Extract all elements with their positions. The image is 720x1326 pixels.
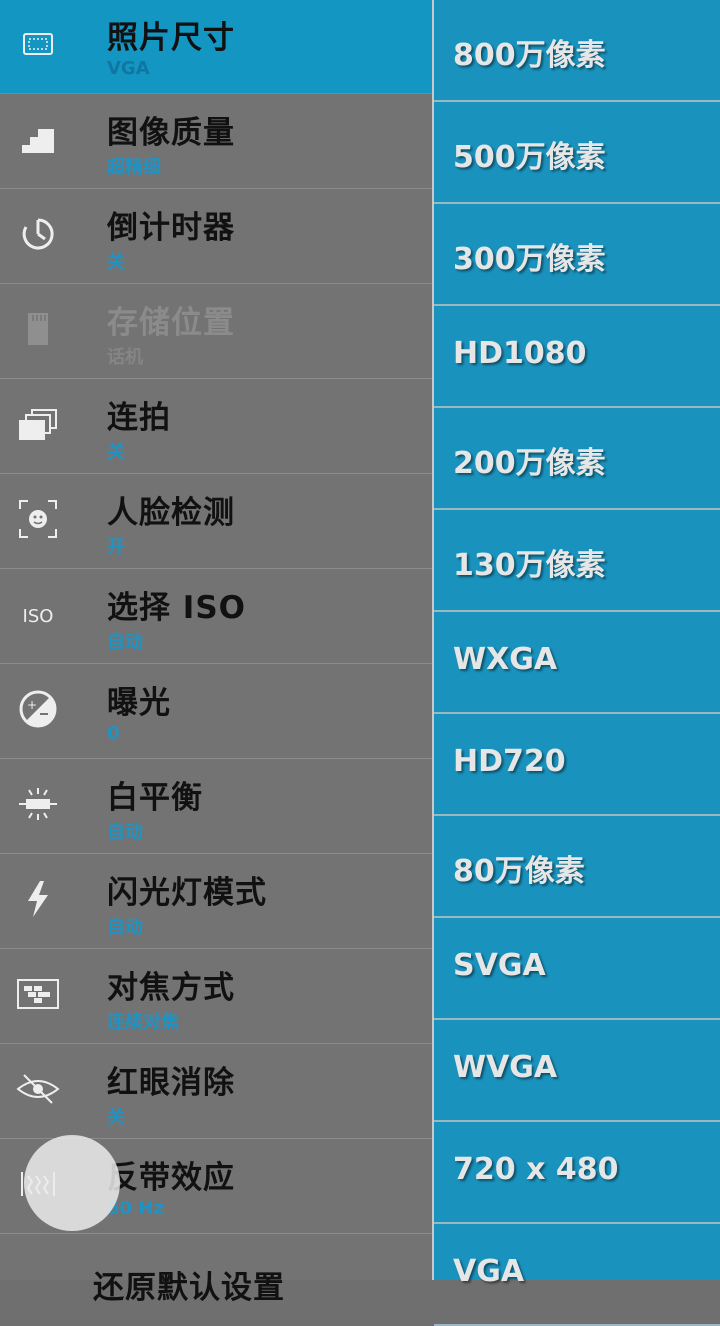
setting-title: 曝光: [107, 685, 171, 721]
setting-title: 对焦方式: [107, 970, 235, 1006]
size-option[interactable]: 300万像素: [434, 204, 720, 306]
size-option-label: HD720: [453, 744, 566, 779]
setting-value: 开: [107, 537, 125, 558]
setting-title: 反带效应: [107, 1160, 235, 1196]
size-option-label: WVGA: [453, 1050, 558, 1085]
svg-text:ISO: ISO: [23, 606, 54, 627]
setting-value: 自动: [107, 917, 143, 938]
setting-countdown-timer[interactable]: 倒计时器 关: [0, 190, 432, 284]
setting-focus-mode[interactable]: 对焦方式 连续对焦: [0, 950, 432, 1044]
size-option-label: HD1080: [453, 336, 587, 371]
white-balance-icon: [16, 782, 60, 826]
size-option-label: 130万像素: [453, 548, 606, 583]
size-option[interactable]: 500万像素: [434, 102, 720, 204]
countdown-timer-icon: [16, 212, 60, 256]
setting-flash-mode[interactable]: 闪光灯模式 自动: [0, 855, 432, 949]
setting-photo-size[interactable]: 照片尺寸 VGA: [0, 0, 432, 94]
setting-title: 图像质量: [107, 115, 235, 151]
size-option-label: 500万像素: [453, 140, 606, 175]
exposure-icon: +: [16, 687, 60, 731]
setting-white-balance[interactable]: 白平衡 自动: [0, 760, 432, 854]
setting-title: 白平衡: [107, 780, 203, 816]
setting-value: 关: [107, 1107, 125, 1128]
photo-size-icon: [16, 22, 60, 66]
flash-icon: [16, 877, 60, 921]
image-quality-icon: [16, 117, 60, 161]
setting-value: 自动: [107, 632, 143, 653]
setting-title: 闪光灯模式: [107, 875, 267, 911]
setting-value: VGA: [107, 58, 150, 79]
setting-red-eye-reduction[interactable]: 红眼消除 关: [0, 1045, 432, 1139]
setting-value: 关: [107, 252, 125, 273]
setting-burst[interactable]: 连拍 关: [0, 380, 432, 474]
size-option-label: 300万像素: [453, 242, 606, 277]
setting-title: 连拍: [107, 400, 171, 436]
burst-icon: [16, 402, 60, 446]
size-option[interactable]: 800万像素: [434, 0, 720, 102]
setting-value: 关: [107, 442, 125, 463]
setting-exposure[interactable]: + 曝光 0: [0, 665, 432, 759]
svg-text:+: +: [27, 698, 37, 712]
setting-value: 话机: [107, 347, 143, 368]
focus-mode-icon: [16, 972, 60, 1016]
iso-icon: ISO: [16, 592, 60, 636]
setting-value: 超精细: [107, 157, 161, 178]
face-detect-icon: [16, 497, 60, 541]
size-option-label: 80万像素: [453, 854, 585, 889]
sd-card-icon: [16, 307, 60, 351]
settings-list: 照片尺寸 VGA 图像质量 超精细 倒计时器 关 存储位置 话机 连拍 关 人脸: [0, 0, 432, 1306]
touch-indicator: [24, 1135, 120, 1231]
size-option-label: 800万像素: [453, 38, 606, 73]
size-option[interactable]: WXGA: [434, 612, 720, 714]
size-option[interactable]: HD720: [434, 714, 720, 816]
setting-title: 倒计时器: [107, 210, 235, 246]
size-option[interactable]: VGA: [434, 1224, 720, 1326]
setting-title: 人脸检测: [107, 495, 235, 531]
setting-title: 选择 ISO: [107, 590, 247, 626]
setting-face-detection[interactable]: 人脸检测 开: [0, 475, 432, 569]
size-option-label: VGA: [453, 1254, 525, 1289]
size-option[interactable]: 80万像素: [434, 816, 720, 918]
size-option[interactable]: 720 x 480: [434, 1122, 720, 1224]
size-option-label: 720 x 480: [453, 1152, 619, 1187]
setting-value: 连续对焦: [107, 1012, 179, 1033]
red-eye-icon: [16, 1067, 60, 1111]
photo-size-options: 800万像素 500万像素 300万像素 HD1080 200万像素 130万像…: [432, 0, 720, 1326]
size-option-label: SVGA: [453, 948, 546, 983]
size-option[interactable]: 200万像素: [434, 408, 720, 510]
reset-defaults-item[interactable]: 还原默认设置: [93, 1262, 285, 1307]
size-option[interactable]: WVGA: [434, 1020, 720, 1122]
setting-iso[interactable]: ISO 选择 ISO 自动: [0, 570, 432, 664]
setting-title: 照片尺寸: [107, 20, 235, 56]
setting-title: 存储位置: [107, 305, 235, 341]
size-option-label: 200万像素: [453, 446, 606, 481]
size-option[interactable]: HD1080: [434, 306, 720, 408]
setting-value: 自动: [107, 822, 143, 843]
size-option[interactable]: SVGA: [434, 918, 720, 1020]
size-option[interactable]: 130万像素: [434, 510, 720, 612]
setting-storage-location[interactable]: 存储位置 话机: [0, 285, 432, 379]
setting-image-quality[interactable]: 图像质量 超精细: [0, 95, 432, 189]
size-option-label: WXGA: [453, 642, 558, 677]
setting-title: 红眼消除: [107, 1065, 235, 1101]
setting-value: 0: [107, 723, 120, 744]
